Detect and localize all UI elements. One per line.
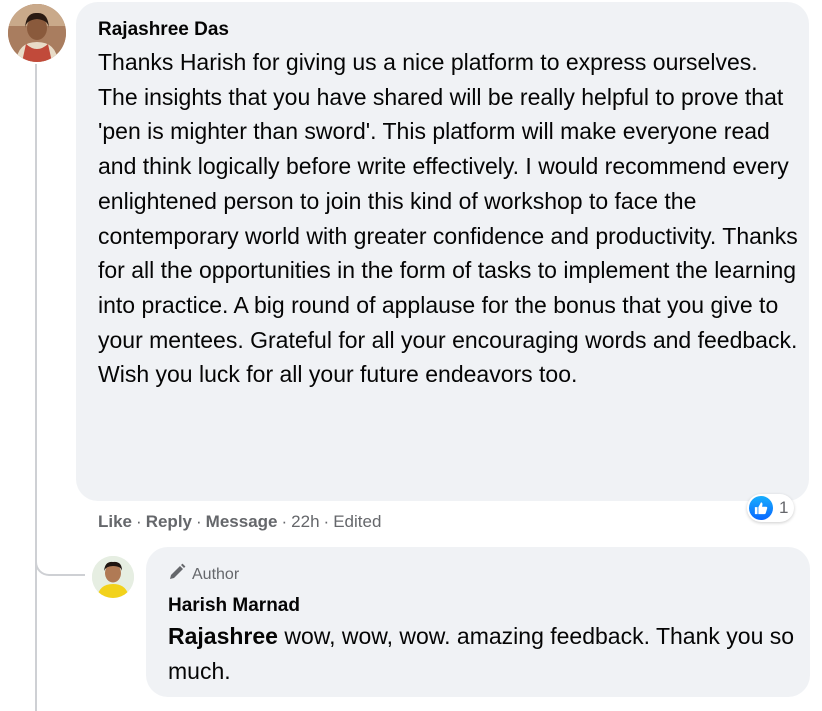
pencil-icon [168,563,186,586]
separator: · [323,512,330,531]
message-button[interactable]: Message [206,512,278,531]
reply-bubble: Author Harish Marnad Rajashree wow, wow,… [146,547,810,697]
author-badge-label: Author [192,565,240,583]
timestamp-link[interactable]: 22h [291,512,319,531]
reaction-summary[interactable]: 1 [747,494,795,522]
avatar[interactable] [8,4,66,62]
comment-actions: Like · Reply · Message · 22h · Edited [98,512,381,532]
avatar-image [8,4,66,62]
reply-avatar-image [92,556,134,598]
reply-author-name[interactable]: Harish Marnad [168,595,300,617]
reply-connector [35,530,85,576]
like-button[interactable]: Like [98,512,132,531]
author-badge: Author [168,563,239,586]
comment-text: Thanks Harish for giving us a nice platf… [98,49,798,388]
separator: · [196,512,202,531]
reply-text: Rajashree wow, wow, wow. amazing feedbac… [168,619,798,688]
thread-line [35,64,37,711]
thumbs-up-icon [749,496,773,520]
comment-bubble: Rajashree Das Thanks Harish for giving u… [76,2,809,501]
reply-avatar[interactable] [92,556,134,598]
separator: · [136,512,142,531]
mention-link[interactable]: Rajashree [168,623,278,649]
reply-button[interactable]: Reply [146,512,192,531]
edited-label[interactable]: Edited [333,512,381,531]
comment-author-name[interactable]: Rajashree Das [98,19,229,41]
reaction-count: 1 [779,498,789,517]
separator: · [281,512,288,531]
